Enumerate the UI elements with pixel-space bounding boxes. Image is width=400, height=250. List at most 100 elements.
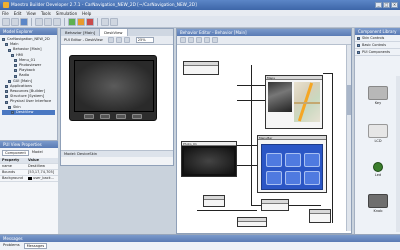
category-pui-components[interactable]: PUI Components	[355, 49, 400, 56]
node-label: MenuBar	[258, 136, 326, 140]
category-basic-controls[interactable]: Basic Controls	[355, 42, 400, 49]
hmi-preview	[261, 144, 323, 190]
undo-icon[interactable]	[101, 17, 109, 26]
folder-icon	[11, 53, 14, 57]
maximize-button[interactable]: □	[383, 2, 390, 8]
screen-icon	[14, 74, 17, 78]
maps-node[interactable]: Maps	[265, 75, 323, 129]
pui-editor-toolbar: PUI Editor - DeskView 25%	[61, 36, 173, 45]
messages-tabs: Problems Messages	[0, 242, 400, 250]
device-button[interactable]	[100, 114, 110, 119]
zoom-out-icon[interactable]	[212, 37, 218, 43]
component-library-scrollbar[interactable]	[396, 76, 400, 232]
stop-icon[interactable]	[86, 17, 94, 26]
menubar-node[interactable]: MenuBar	[257, 135, 327, 193]
folder-icon	[5, 84, 8, 88]
key-icon	[368, 86, 388, 100]
behavior-node[interactable]	[309, 209, 331, 223]
tab-model[interactable]: Model	[32, 150, 43, 156]
new-icon[interactable]	[2, 17, 10, 26]
menu-tile	[285, 153, 301, 167]
link-tool-icon[interactable]	[188, 37, 194, 43]
run-icon[interactable]	[68, 17, 76, 26]
paste-icon[interactable]	[53, 17, 61, 26]
cut-icon[interactable]	[35, 17, 43, 26]
device-skin[interactable]	[69, 55, 157, 121]
tree-item-pui[interactable]: Physical User Interface	[2, 99, 55, 104]
tab-component[interactable]: Component	[2, 150, 29, 156]
scrollbar-thumb[interactable]	[347, 85, 351, 115]
tab-problems[interactable]: Problems	[3, 243, 20, 249]
view-icon	[11, 110, 14, 114]
property-value[interactable]: [53,17,74,705]	[28, 170, 58, 175]
category-skin-controls[interactable]: Skin Controls	[355, 35, 400, 42]
zoom-in-icon[interactable]	[204, 37, 210, 43]
menu-tile	[285, 171, 301, 185]
hand-tool-icon[interactable]	[115, 37, 122, 43]
behavior-node[interactable]	[237, 217, 267, 227]
component-label: LCD	[374, 139, 382, 143]
properties-tabs: Component Model	[0, 148, 58, 158]
grid-toggle-icon[interactable]	[196, 37, 202, 43]
category-label: PUI Components	[362, 50, 391, 54]
tab-deskview[interactable]: DeskView	[100, 29, 128, 36]
save-icon[interactable]	[20, 17, 28, 26]
menu-tools[interactable]: Tools	[41, 11, 51, 16]
gui-icon	[8, 79, 11, 83]
device-button[interactable]	[116, 114, 126, 119]
connection-wire	[197, 210, 257, 211]
device-button[interactable]	[132, 114, 142, 119]
component-key[interactable]: Key	[363, 86, 393, 105]
component-knob[interactable]: Knob	[363, 194, 393, 213]
property-value[interactable]: user_back...	[28, 176, 58, 181]
device-screen[interactable]	[74, 60, 154, 112]
minimize-button[interactable]: _	[375, 2, 382, 8]
behavior-node[interactable]	[203, 195, 225, 207]
properties-title: PUI View Properties	[0, 141, 58, 148]
redo-icon[interactable]	[110, 17, 118, 26]
menu-edit[interactable]: Edit	[14, 11, 22, 16]
toolbar-separator	[31, 17, 32, 26]
behavior-editor-title: Behavior Editor - Behavior [Main]	[177, 29, 351, 36]
color-swatch	[28, 176, 32, 180]
tree-item-deskview[interactable]: DeskView	[2, 109, 55, 116]
pui-canvas[interactable]: Model: DeviceSkin	[61, 45, 173, 157]
zoom-in-icon[interactable]	[123, 37, 130, 43]
behavior-canvas[interactable]: Photo_01 Maps MenuBar	[177, 45, 351, 231]
open-icon[interactable]	[11, 17, 19, 26]
window-title: Maestro Builder Developer 2.7.1 - CarNav…	[11, 2, 197, 8]
connection-wire	[235, 145, 257, 146]
component-led[interactable]: Led	[363, 162, 393, 177]
behavior-node[interactable]	[261, 199, 289, 211]
tab-messages[interactable]: Messages	[23, 243, 48, 249]
pui-editor-title: PUI Editor - DeskView	[64, 38, 103, 42]
model-explorer-title: Model Explorer	[0, 28, 57, 35]
zoom-select[interactable]: 25%	[135, 37, 154, 43]
menu-help[interactable]: Help	[82, 11, 91, 16]
tab-behavior-main[interactable]: Behavior [Main]	[61, 29, 101, 36]
node-label: Maps	[266, 76, 322, 80]
skin-icon	[8, 105, 11, 109]
behavior-node[interactable]	[183, 61, 219, 75]
component-lcd[interactable]: LCD	[363, 124, 393, 143]
photo-node[interactable]: Photo_01	[181, 141, 237, 177]
select-tool-icon[interactable]	[107, 37, 114, 43]
select-tool-icon[interactable]	[180, 37, 186, 43]
table-row[interactable]: Background user_back...	[0, 176, 58, 182]
close-button[interactable]: ×	[391, 2, 398, 8]
knob-icon	[368, 194, 388, 208]
map-preview	[294, 82, 320, 122]
menu-simulation[interactable]: Simulation	[56, 11, 77, 16]
copy-icon[interactable]	[44, 17, 52, 26]
menu-file[interactable]: File	[2, 11, 9, 16]
component-label: Knob	[373, 209, 383, 213]
road-line	[294, 102, 320, 104]
lcd-icon	[368, 124, 388, 138]
device-button[interactable]	[84, 114, 94, 119]
debug-icon[interactable]	[77, 17, 85, 26]
menu-view[interactable]: View	[26, 11, 36, 16]
behavior-scrollbar[interactable]	[346, 45, 351, 231]
category-label: Basic Controls	[362, 43, 387, 47]
property-value[interactable]: DeskView	[28, 164, 58, 169]
editor-tabs: Behavior [Main] DeskView	[61, 29, 173, 36]
